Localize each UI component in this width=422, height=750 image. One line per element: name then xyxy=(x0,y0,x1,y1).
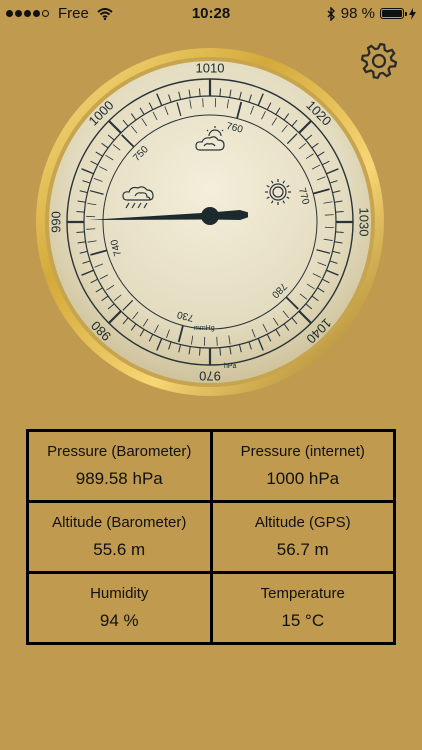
reading-value: 56.7 m xyxy=(276,540,329,559)
reading-cell: Pressure (internet) 1000 hPa xyxy=(212,432,393,500)
barometer-gauge: 970 980 990 1000 1010 1020 1030 1040 730 740 750 7… xyxy=(27,46,393,398)
hpa-scale-label: 1030 xyxy=(357,208,372,237)
status-bar: Free 10:28 98 % xyxy=(0,0,422,28)
reading-value: 15 °C xyxy=(281,611,325,630)
reading-value: 55.6 m xyxy=(93,540,146,559)
hpa-scale-label: 1010 xyxy=(196,60,225,75)
reading-label: Humidity xyxy=(90,585,149,602)
battery-icon xyxy=(380,8,407,19)
reading-label: Pressure (internet) xyxy=(240,443,365,460)
reading-cell: Altitude (Barometer) 55.6 m xyxy=(29,503,210,571)
bluetooth-icon xyxy=(327,6,335,21)
readings-table: Pressure (Barometer) 989.58 hPa Pressure (… xyxy=(26,429,396,645)
reading-label: Pressure (Barometer) xyxy=(47,443,192,460)
hpa-scale-label: 990 xyxy=(48,211,63,233)
battery-percentage: 98 % xyxy=(340,5,375,22)
reading-value: 94 % xyxy=(99,611,139,630)
reading-value: 1000 hPa xyxy=(266,469,340,488)
reading-cell: Temperature 15 °C xyxy=(212,574,393,642)
reading-cell: Altitude (GPS) 56.7 m xyxy=(212,503,393,571)
hpa-unit-label: hPa xyxy=(224,363,237,370)
reading-label: Altitude (Barometer) xyxy=(52,514,187,531)
hpa-scale-label: 970 xyxy=(199,369,221,384)
reading-label: Altitude (GPS) xyxy=(254,514,351,531)
reading-label: Temperature xyxy=(260,585,345,602)
reading-value: 989.58 hPa xyxy=(75,469,163,488)
reading-cell: Pressure (Barometer) 989.58 hPa xyxy=(29,432,210,500)
mmhg-unit-label: mmHg xyxy=(194,325,215,332)
charging-bolt-icon xyxy=(409,7,416,20)
barometer-dial: 97098099010001010102010301040 7307407507… xyxy=(36,48,384,396)
status-right: 98 % xyxy=(327,5,416,22)
reading-cell: Humidity 94 % xyxy=(29,574,210,642)
